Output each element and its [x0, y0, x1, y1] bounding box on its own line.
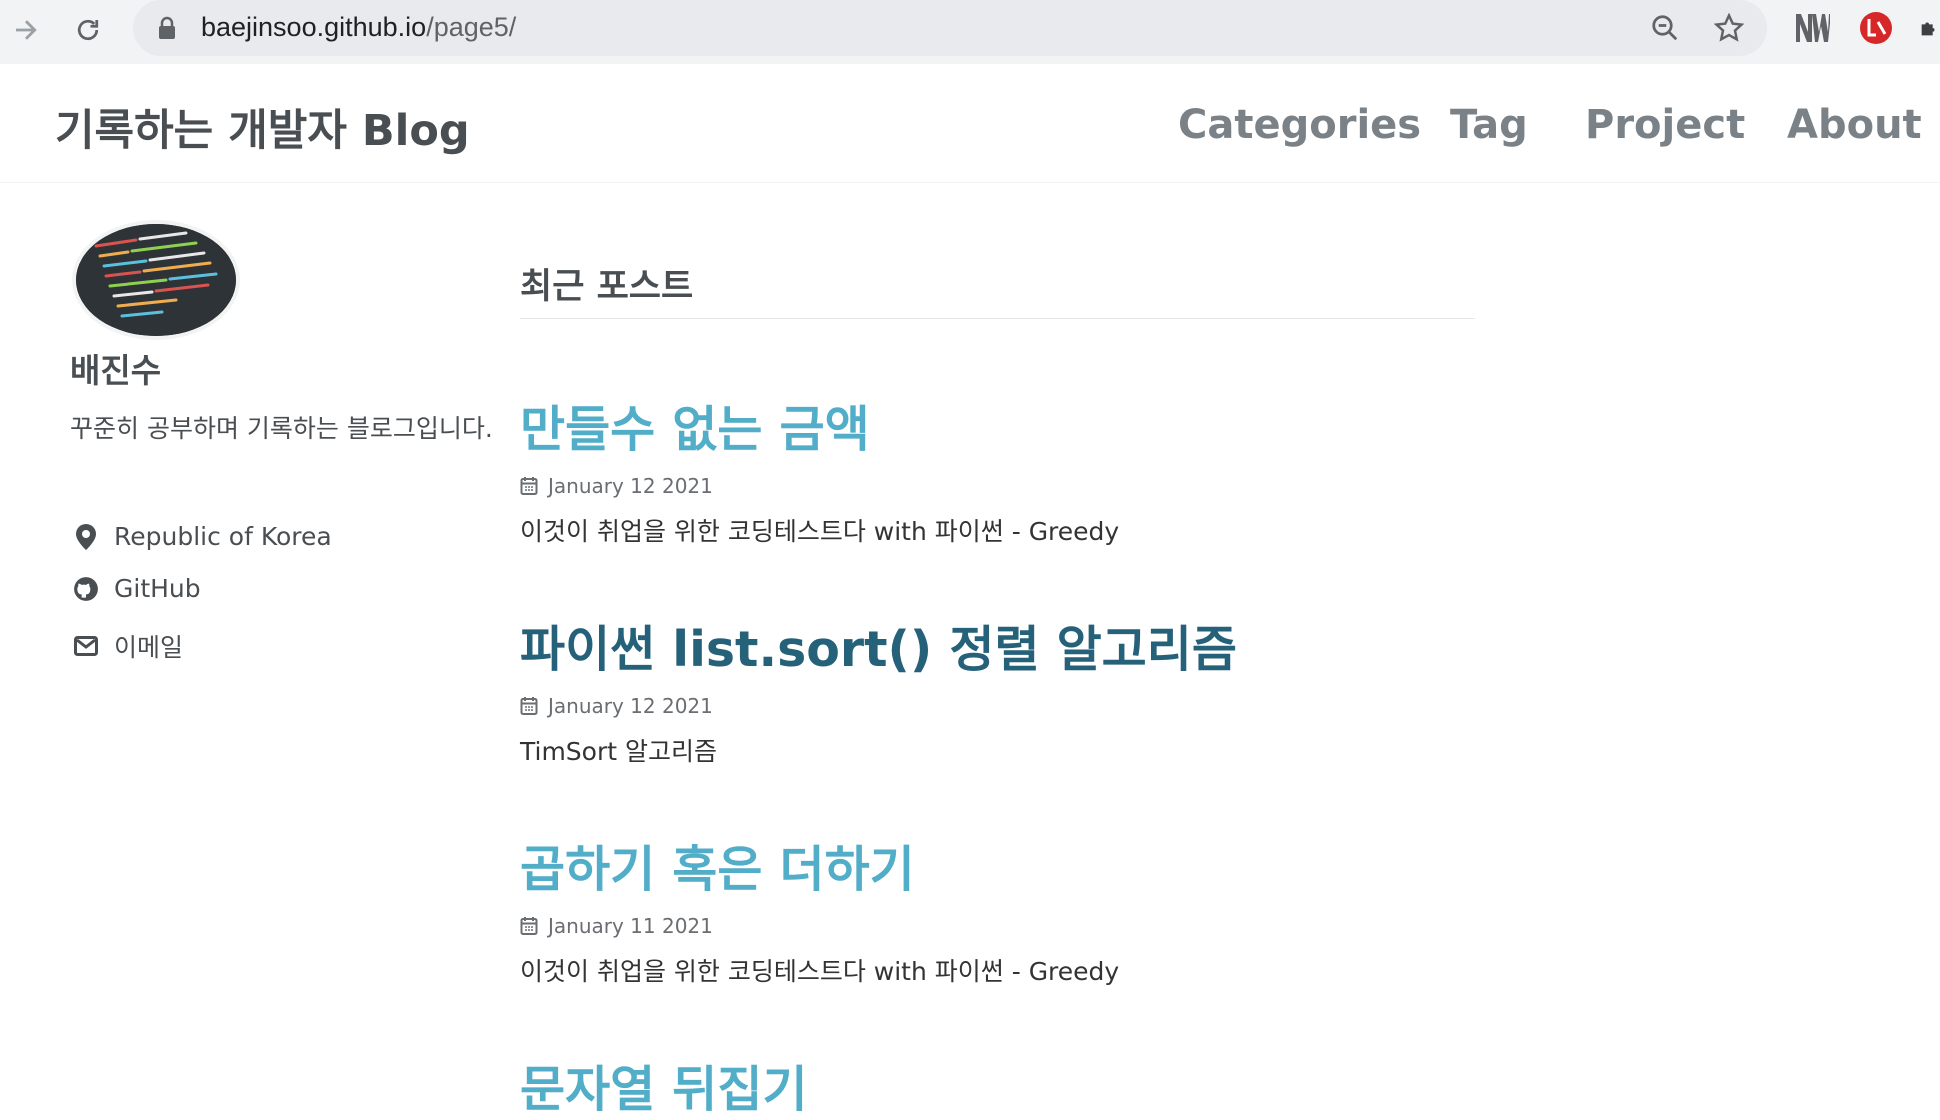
post-date: January 12 2021 [548, 694, 713, 718]
post-excerpt: 이것이 취업을 위한 코딩테스트다 with 파이썬 - Greedy [520, 957, 1120, 986]
address-bar[interactable]: baejinsoo.github.io/page5/ [133, 0, 1767, 56]
extension-nw-button[interactable] [1792, 8, 1832, 48]
post-meta: January 11 2021 [520, 914, 1620, 938]
post-title-link[interactable]: 만들수 없는 금액 [520, 400, 1620, 460]
site-header: 기록하는 개발자 Blog Categories Tag Project Abo… [0, 64, 1940, 183]
post-item: 곱하기 혹은 더하기 January 11 2021 이것이 취업을 위한 코딩… [520, 840, 1620, 988]
post-item: 문자열 뒤집기 [520, 1060, 1620, 1120]
email-link[interactable]: 이메일 [72, 628, 183, 664]
post-date: January 11 2021 [548, 914, 713, 938]
map-marker-icon [72, 523, 100, 551]
calendar-icon [520, 696, 538, 716]
reload-icon [77, 19, 99, 41]
browser-toolbar: baejinsoo.github.io/page5/ [0, 0, 1940, 65]
lock-icon [157, 16, 177, 44]
envelope-icon [72, 632, 100, 660]
nav-categories[interactable]: Categories [1178, 102, 1421, 148]
zoom-button[interactable] [1647, 10, 1683, 46]
post-meta: January 12 2021 [520, 474, 1620, 498]
email-label: 이메일 [114, 633, 184, 662]
section-title: 최근 포스트 [520, 267, 694, 307]
github-icon [72, 575, 100, 603]
post-date: January 12 2021 [548, 474, 713, 498]
reload-button[interactable] [66, 8, 110, 52]
author-name: 배진수 [70, 351, 162, 390]
extensions-button[interactable] [1918, 8, 1940, 48]
github-link[interactable]: GitHub [72, 574, 201, 603]
nav-project[interactable]: Project [1585, 102, 1745, 148]
section-divider [520, 318, 1475, 319]
site-title[interactable]: 기록하는 개발자 Blog [55, 96, 470, 158]
puzzle-icon [1921, 22, 1935, 36]
zoom-out-icon [1652, 15, 1678, 41]
forward-button[interactable] [4, 8, 48, 52]
nav-tag[interactable]: Tag [1450, 102, 1528, 148]
nav-about[interactable]: About [1787, 102, 1922, 148]
post-excerpt: 이것이 취업을 위한 코딩테스트다 with 파이썬 - Greedy [520, 517, 1120, 546]
star-icon [1714, 13, 1744, 42]
location-link: Republic of Korea [72, 522, 332, 551]
url-text: baejinsoo.github.io/page5/ [201, 12, 517, 42]
author-bio: 꾸준히 공부하며 기록하는 블로그입니다. [70, 414, 493, 443]
arrow-right-icon [16, 20, 37, 40]
calendar-icon [520, 476, 538, 496]
post-title-link[interactable]: 문자열 뒤집기 [520, 1060, 1620, 1120]
post-title-link[interactable]: 파이썬 list.sort() 정렬 알고리즘 [520, 620, 1620, 680]
nw-extension-icon [1796, 14, 1830, 42]
calendar-icon [520, 916, 538, 936]
code-screen-image [76, 224, 236, 336]
post-item: 파이썬 list.sort() 정렬 알고리즘 January 12 2021 … [520, 620, 1620, 768]
github-label: GitHub [114, 574, 201, 603]
post-item: 만들수 없는 금액 January 12 2021 이것이 취업을 위한 코딩테… [520, 400, 1620, 548]
location-label: Republic of Korea [114, 522, 332, 551]
post-title-link[interactable]: 곱하기 혹은 더하기 [520, 840, 1620, 900]
red-extension-icon [1860, 12, 1892, 44]
post-excerpt: TimSort 알고리즘 [520, 737, 717, 766]
avatar [72, 220, 240, 340]
post-meta: January 12 2021 [520, 694, 1620, 718]
bookmark-button[interactable] [1711, 10, 1747, 46]
extension-red-button[interactable] [1856, 8, 1896, 48]
